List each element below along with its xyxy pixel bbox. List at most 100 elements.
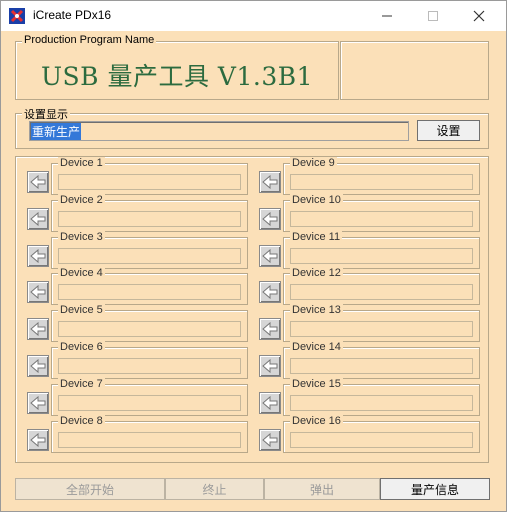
device-label: Device 11 bbox=[290, 230, 343, 243]
device-status-field bbox=[290, 358, 473, 374]
arrow-left-icon bbox=[30, 211, 46, 226]
device-arrow-button[interactable] bbox=[259, 281, 281, 304]
device-arrow-button[interactable] bbox=[259, 391, 281, 414]
device-group: Device 9 bbox=[283, 157, 480, 195]
device-status-field bbox=[290, 394, 473, 411]
maximize-icon bbox=[428, 11, 438, 21]
device-slot: Device 10 bbox=[259, 193, 481, 232]
device-label: Device 6 bbox=[58, 341, 105, 353]
arrow-left-icon bbox=[30, 248, 46, 263]
arrow-left-icon bbox=[262, 395, 278, 410]
main-window: iCreate PDx16 Production Program Name US… bbox=[0, 0, 507, 512]
device-arrow-button[interactable] bbox=[27, 207, 49, 230]
device-slot: Device 1 bbox=[27, 157, 249, 195]
settings-button[interactable]: 设置 bbox=[417, 120, 480, 141]
device-status-field bbox=[58, 210, 241, 227]
production-info-button[interactable]: 量产信息 bbox=[380, 478, 490, 500]
device-group: Device 12 bbox=[283, 267, 480, 306]
device-status-field bbox=[290, 284, 473, 301]
arrow-left-icon bbox=[30, 395, 46, 410]
program-banner: USB 量产工具 V1.3B1 bbox=[40, 62, 314, 91]
device-label: Device 15 bbox=[290, 377, 343, 390]
settings-display-field[interactable]: 重新生产 bbox=[29, 121, 409, 141]
device-slot: Device 4 bbox=[27, 267, 249, 306]
device-slot: Device 15 bbox=[259, 377, 481, 416]
device-status-field bbox=[58, 284, 241, 301]
device-arrow-button[interactable] bbox=[27, 318, 49, 341]
close-icon bbox=[473, 10, 485, 22]
device-group: Device 2 bbox=[51, 193, 248, 232]
close-button[interactable] bbox=[456, 1, 502, 31]
device-group: Device 3 bbox=[51, 230, 248, 269]
minimize-button[interactable] bbox=[364, 1, 410, 31]
device-status-field bbox=[58, 174, 241, 190]
device-slot: Device 2 bbox=[27, 193, 249, 232]
device-slot: Device 13 bbox=[259, 304, 481, 343]
device-group: Device 1 bbox=[51, 157, 248, 195]
device-status-field bbox=[58, 394, 241, 411]
device-group: Device 16 bbox=[283, 414, 480, 453]
arrow-left-icon bbox=[262, 358, 278, 374]
arrow-left-icon bbox=[262, 174, 278, 190]
device-arrow-button[interactable] bbox=[259, 318, 281, 341]
device-group: Device 11 bbox=[283, 230, 480, 269]
device-slot: Device 6 bbox=[27, 341, 249, 379]
title-bar: iCreate PDx16 bbox=[1, 1, 506, 31]
device-label: Device 3 bbox=[58, 230, 105, 243]
device-slot: Device 16 bbox=[259, 414, 481, 453]
arrow-left-icon bbox=[262, 322, 278, 337]
device-group: Device 15 bbox=[283, 377, 480, 416]
device-group: Device 4 bbox=[51, 267, 248, 306]
settings-label: 设置显示 bbox=[22, 106, 70, 122]
arrow-left-icon bbox=[30, 174, 46, 190]
device-arrow-button[interactable] bbox=[27, 281, 49, 304]
device-label: Device 12 bbox=[290, 267, 343, 280]
device-slot: Device 3 bbox=[27, 230, 249, 269]
device-status-field bbox=[58, 358, 241, 374]
device-arrow-button[interactable] bbox=[27, 428, 49, 451]
start-all-button[interactable]: 全部开始 bbox=[15, 478, 165, 500]
device-arrow-button[interactable] bbox=[27, 355, 49, 377]
arrow-left-icon bbox=[30, 322, 46, 337]
device-label: Device 14 bbox=[290, 341, 343, 353]
device-arrow-button[interactable] bbox=[259, 428, 281, 451]
device-label: Device 9 bbox=[290, 157, 337, 169]
device-arrow-button[interactable] bbox=[27, 244, 49, 267]
device-arrow-button[interactable] bbox=[27, 391, 49, 414]
settings-display-value: 重新生产 bbox=[31, 123, 82, 140]
device-status-field bbox=[290, 247, 473, 264]
device-label: Device 4 bbox=[58, 267, 105, 280]
device-arrow-button[interactable] bbox=[259, 244, 281, 267]
device-slot: Device 5 bbox=[27, 304, 249, 343]
arrow-left-icon bbox=[262, 285, 278, 300]
device-label: Device 1 bbox=[58, 157, 105, 169]
device-status-field bbox=[290, 321, 473, 338]
device-label: Device 16 bbox=[290, 414, 343, 427]
device-group: Device 13 bbox=[283, 304, 480, 343]
device-arrow-button[interactable] bbox=[259, 355, 281, 377]
device-label: Device 8 bbox=[58, 414, 105, 427]
device-slot: Device 7 bbox=[27, 377, 249, 416]
device-group: Device 14 bbox=[283, 341, 480, 379]
program-name-group: Production Program Name USB 量产工具 V1.3B1 bbox=[15, 34, 339, 100]
device-status-field bbox=[290, 431, 473, 448]
device-group: Device 5 bbox=[51, 304, 248, 343]
device-arrow-button[interactable] bbox=[259, 207, 281, 230]
stop-button[interactable]: 终止 bbox=[165, 478, 264, 500]
arrow-left-icon bbox=[262, 211, 278, 226]
arrow-left-icon bbox=[30, 285, 46, 300]
device-status-field bbox=[58, 321, 241, 338]
eject-button[interactable]: 弹出 bbox=[264, 478, 380, 500]
device-arrow-button[interactable] bbox=[259, 171, 281, 193]
window-title: iCreate PDx16 bbox=[33, 8, 112, 22]
device-arrow-button[interactable] bbox=[27, 171, 49, 193]
device-label: Device 13 bbox=[290, 304, 343, 317]
device-status-field bbox=[290, 210, 473, 227]
device-group: Device 10 bbox=[283, 193, 480, 232]
maximize-button[interactable] bbox=[410, 1, 456, 31]
device-group: Device 6 bbox=[51, 341, 248, 379]
device-label: Device 7 bbox=[58, 377, 105, 390]
device-label: Device 2 bbox=[58, 193, 105, 206]
program-name-label: Production Program Name bbox=[22, 34, 157, 46]
device-slot: Device 9 bbox=[259, 157, 481, 195]
